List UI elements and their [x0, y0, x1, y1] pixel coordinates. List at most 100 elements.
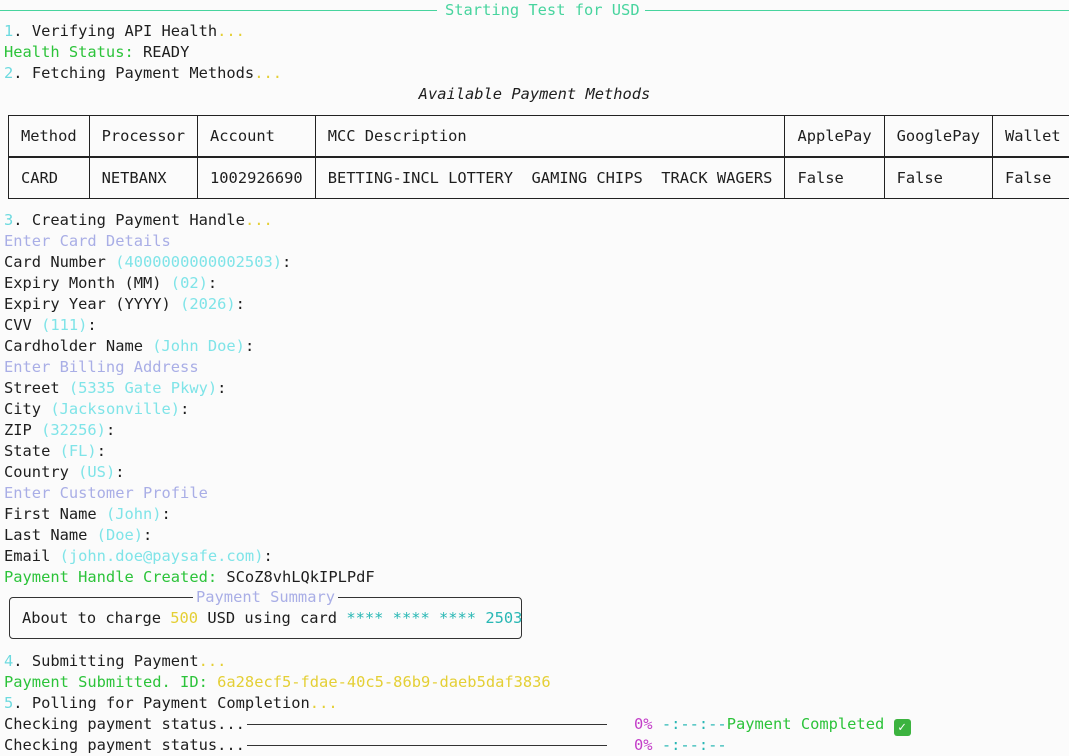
- polling-progress-text: 0% -:--:--Payment Completed ✓: [634, 714, 911, 735]
- step-ellipsis: ...: [310, 694, 338, 712]
- progress-percent: 0%: [634, 715, 653, 733]
- step-number: 3: [4, 211, 13, 229]
- prompt-label: State: [4, 442, 60, 460]
- prompt-label: City: [4, 400, 50, 418]
- table-cell: BETTING-INCL LOTTERY GAMING CHIPS TRACK …: [315, 157, 785, 199]
- prompt-suffix: :: [217, 379, 226, 397]
- table-cell: NETBANX: [89, 157, 197, 199]
- polling-label: Checking payment status...: [4, 736, 245, 754]
- prompt-suffix: :: [236, 295, 245, 313]
- polling-status-line: Checking payment status...: [4, 714, 245, 735]
- payment-methods-table: Method Processor Account MCC Description…: [8, 115, 1069, 199]
- summary-amount: 500: [170, 609, 198, 627]
- progress-eta: -:--:--: [662, 715, 727, 733]
- expiry-year-prompt[interactable]: Expiry Year (YYYY) (2026):: [4, 294, 245, 315]
- table-caption: Available Payment Methods: [0, 84, 1069, 105]
- payment-handle-label: Payment Handle Created:: [4, 568, 217, 586]
- summary-prefix: About to charge: [22, 609, 170, 627]
- prompt-suffix: :: [106, 421, 115, 439]
- card-details-heading: Enter Card Details: [4, 231, 171, 252]
- city-prompt[interactable]: City (Jacksonville):: [4, 399, 189, 420]
- step-4-line: 4. Submitting Payment...: [4, 651, 226, 672]
- prompt-label: Expiry Year (YYYY): [4, 295, 180, 313]
- prompt-default: (4000000000002503): [115, 253, 282, 271]
- column-header: Processor: [89, 116, 197, 158]
- prompt-label: Last Name: [4, 526, 97, 544]
- prompt-label: Cardholder Name: [4, 337, 152, 355]
- health-status-value: READY: [134, 43, 190, 61]
- country-prompt[interactable]: Country (US):: [4, 462, 125, 483]
- prompt-default: (Jacksonville): [50, 400, 180, 418]
- table-row: CARD NETBANX 1002926690 BETTING-INCL LOT…: [9, 157, 1069, 199]
- email-prompt[interactable]: Email (john.doe@paysafe.com):: [4, 546, 273, 567]
- prompt-suffix: :: [87, 316, 96, 334]
- step-2-line: 2. Fetching Payment Methods...: [4, 63, 282, 84]
- prompt-suffix: :: [115, 463, 124, 481]
- step-number: 4: [4, 652, 13, 670]
- column-header: GooglePay: [884, 116, 992, 158]
- prompt-default: (John Doe): [152, 337, 245, 355]
- prompt-label: Card Number: [4, 253, 115, 271]
- step-ellipsis: ...: [199, 652, 227, 670]
- step-title: . Creating Payment Handle: [13, 211, 245, 229]
- payment-submitted-label: Payment Submitted. ID:: [4, 673, 208, 691]
- payment-completed-text: Payment Completed: [727, 715, 885, 733]
- zip-prompt[interactable]: ZIP (32256):: [4, 420, 115, 441]
- prompt-label: Street: [4, 379, 69, 397]
- prompt-label: First Name: [4, 505, 106, 523]
- prompt-label: ZIP: [4, 421, 41, 439]
- summary-middle: USD using card: [198, 609, 346, 627]
- header-rule-left: [0, 10, 437, 11]
- cvv-prompt[interactable]: CVV (111):: [4, 315, 97, 336]
- column-header: Wallet: [993, 116, 1069, 158]
- prompt-suffix: :: [180, 400, 189, 418]
- table-cell: False: [993, 157, 1069, 199]
- payment-submitted-id: 6a28ecf5-fdae-40c5-86b9-daeb5daf3836: [208, 673, 551, 691]
- summary-card-last4: 2503: [476, 609, 522, 627]
- prompt-default: (32256): [41, 421, 106, 439]
- step-title: . Polling for Payment Completion: [13, 694, 310, 712]
- step-1-line: 1. Verifying API Health...: [4, 21, 245, 42]
- header-rule-right: [645, 10, 1069, 11]
- step-number: 5: [4, 694, 13, 712]
- prompt-default: (FL): [60, 442, 97, 460]
- payment-handle-value: SCoZ8vhLQkIPLPdF: [217, 568, 375, 586]
- header-rule: Starting Test for USD: [0, 0, 1069, 21]
- step-ellipsis: ...: [217, 22, 245, 40]
- last-name-prompt[interactable]: Last Name (Doe):: [4, 525, 152, 546]
- street-prompt[interactable]: Street (5335 Gate Pkwy):: [4, 378, 226, 399]
- prompt-suffix: :: [245, 337, 254, 355]
- table-cell: 1002926690: [198, 157, 316, 199]
- step-title: . Verifying API Health: [13, 22, 217, 40]
- step-3-line: 3. Creating Payment Handle...: [4, 210, 273, 231]
- step-5-line: 5. Polling for Payment Completion...: [4, 693, 338, 714]
- progress-bar: [247, 724, 607, 725]
- progress-percent: 0%: [634, 736, 653, 754]
- prompt-suffix: :: [208, 274, 217, 292]
- payment-summary-title-text: Payment Summary: [193, 588, 338, 606]
- step-title: . Fetching Payment Methods: [13, 64, 254, 82]
- prompt-suffix: :: [97, 442, 106, 460]
- payment-summary-box: Payment Summary About to charge 500 USD …: [9, 597, 522, 639]
- cardholder-name-prompt[interactable]: Cardholder Name (John Doe):: [4, 336, 254, 357]
- column-header: Account: [198, 116, 316, 158]
- check-mark-icon: ✓: [894, 719, 911, 736]
- polling-status-line: Checking payment status...: [4, 735, 245, 756]
- table-cell: CARD: [9, 157, 90, 199]
- prompt-default: (john.doe@paysafe.com): [60, 547, 264, 565]
- polling-progress-text: 0% -:--:--: [634, 735, 727, 756]
- expiry-month-prompt[interactable]: Expiry Month (MM) (02):: [4, 273, 217, 294]
- prompt-label: Expiry Month (MM): [4, 274, 171, 292]
- step-ellipsis: ...: [245, 211, 273, 229]
- state-prompt[interactable]: State (FL):: [4, 441, 106, 462]
- step-title: . Submitting Payment: [13, 652, 198, 670]
- card-number-prompt[interactable]: Card Number (4000000000002503):: [4, 252, 291, 273]
- column-header: MCC Description: [315, 116, 785, 158]
- health-status-line: Health Status: READY: [4, 42, 189, 63]
- prompt-suffix: :: [282, 253, 291, 271]
- first-name-prompt[interactable]: First Name (John):: [4, 504, 171, 525]
- prompt-default: (John): [106, 505, 162, 523]
- prompt-label: Email: [4, 547, 60, 565]
- prompt-suffix: :: [263, 547, 272, 565]
- health-status-label: Health Status:: [4, 43, 134, 61]
